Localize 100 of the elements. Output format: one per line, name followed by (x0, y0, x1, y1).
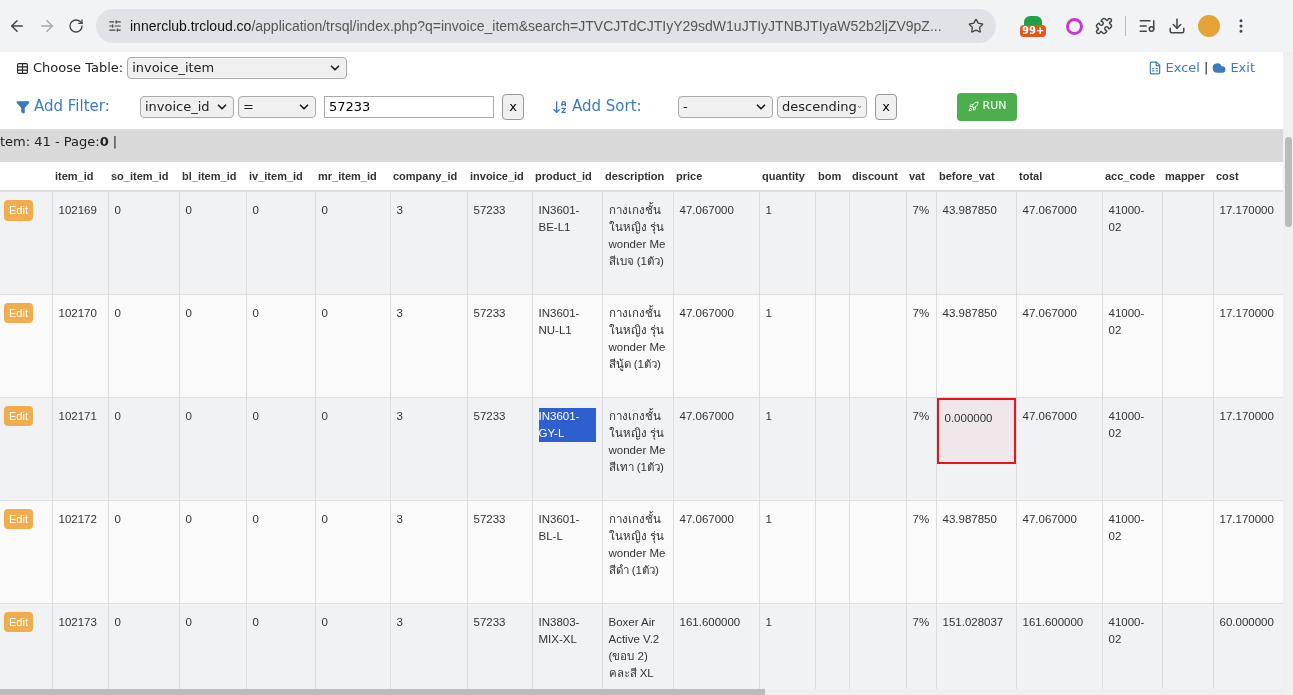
table-cell: 41000-02 (1108, 615, 1145, 645)
filter-field-select[interactable]: invoice_id (140, 95, 234, 118)
separator: | (1204, 59, 1209, 78)
table-cell-text: IN3601-BE-L1 (538, 203, 581, 235)
table-cell: 17.170000 (1219, 409, 1274, 422)
table-cell: 7% (912, 306, 930, 319)
horizontal-scrollbar[interactable] (0, 689, 1283, 695)
color-wheel-icon[interactable] (1066, 17, 1084, 35)
bookmark-star-icon[interactable] (968, 18, 984, 34)
table-cell: 41000-02 (1108, 512, 1145, 542)
clear-filter-button[interactable]: x (502, 93, 524, 120)
column-header: quantity (759, 162, 815, 191)
operator-select[interactable]: = (238, 95, 316, 118)
table-cell: 47.067000 (1022, 204, 1077, 216)
table-cell: 3 (396, 512, 403, 525)
table-cell-text: IN3601-BL-L (538, 511, 581, 544)
table-cell: 3 (396, 306, 403, 319)
column-header: item_id (52, 162, 108, 191)
extension-icon[interactable] (1024, 15, 1043, 25)
filter-icon (16, 99, 30, 114)
table-cell: กางเกงชั้นในหญิง รุ่น wonder Me สีนู้ด (1ตัว) (608, 306, 666, 370)
table-cell: 0 (252, 204, 259, 216)
exit-link[interactable]: Exit (1230, 58, 1255, 78)
table-cell: IN3601-GY-L (538, 407, 596, 442)
excel-link[interactable]: Excel (1165, 58, 1200, 78)
table-cell: 0 (185, 409, 192, 422)
table-cell: 102169 (58, 204, 97, 216)
vertical-scrollbar[interactable] (1283, 52, 1293, 695)
column-header: product_id (532, 162, 602, 191)
site-settings-icon[interactable] (108, 19, 122, 33)
table-cell: 0 (252, 306, 259, 319)
table-cell: 47.067000 (679, 409, 734, 422)
table-cell: 0 (114, 615, 121, 628)
table-cell: 3 (396, 204, 403, 216)
table-cell: 0 (321, 306, 328, 319)
table-cell: 0 (185, 306, 192, 319)
table-cell: 47.067000 (679, 204, 734, 216)
extensions-icon[interactable] (1095, 17, 1114, 35)
url-text: innerclub.trcloud.co/application/trsql/index.php?q=invoice_item&search=JTVCJTdCJTIyY29sdW1uJTIyJTNBJTIyaW52b2ljZV9pZ... (130, 16, 943, 36)
column-header: invoice_id (467, 162, 532, 191)
table-cell: 0 (114, 204, 121, 216)
table-icon (16, 61, 29, 75)
column-header: mapper (1162, 162, 1213, 191)
table-cell: 47.067000 (679, 306, 734, 319)
column-header: vat (906, 162, 936, 191)
address-bar[interactable]: innerclub.trcloud.co/application/trsql/index.php?q=invoice_item&search=JTVCJTdCJTIyY29sdW1uJTIyJTNBJTIyaW52b2ljZV9pZ... (96, 9, 996, 43)
table-cell: 41000-02 (1108, 204, 1145, 233)
column-header: total (1016, 162, 1102, 191)
table-cell: 60.000000 (1219, 615, 1274, 628)
table-cell: 0 (321, 204, 328, 216)
back-icon[interactable] (8, 17, 26, 35)
table-cell: 1 (765, 204, 772, 216)
table-cell: 47.067000 (1022, 306, 1077, 319)
table-cell-text: IN3601-NU-L1 (538, 305, 581, 338)
column-header: acc_code (1102, 162, 1162, 191)
sort-direction-select[interactable]: descending (777, 95, 867, 118)
cloud-icon (1212, 61, 1227, 75)
table-cell: 1 (765, 615, 772, 628)
rocket-icon (967, 101, 979, 112)
table-cell: 0 (321, 615, 328, 628)
excel-icon (1147, 61, 1162, 75)
table-cell: 41000-02 (1108, 409, 1145, 439)
table-cell: 1 (765, 512, 772, 525)
table-cell: 43.987850 (942, 512, 997, 525)
table-cell: 47.067000 (1022, 512, 1077, 525)
table-cell: 57233 (473, 306, 506, 319)
download-icon[interactable] (1168, 17, 1187, 35)
table-cell: กางเกงชั้นในหญิง รุ่น wonder Me สีเบจ (1ตัว) (608, 204, 666, 267)
filter-value-field[interactable]: 57233 (324, 95, 494, 118)
table-cell: 102171 (58, 409, 97, 422)
table-cell: 1 (765, 409, 772, 422)
clear-sort-button[interactable]: x (875, 93, 897, 120)
table-cell: 57233 (473, 204, 506, 216)
table-cell: 0 (252, 409, 259, 422)
media-icon[interactable] (1138, 17, 1157, 35)
table-cell: 0 (114, 512, 121, 525)
table-cell: 102170 (58, 306, 97, 319)
table-cell: 0 (252, 615, 259, 628)
column-header: iv_item_id (246, 162, 315, 191)
table-cell: 7% (912, 204, 930, 216)
column-header: bom (815, 162, 849, 191)
table-cell: 0 (321, 512, 328, 525)
reload-icon[interactable] (68, 18, 84, 34)
table-cell: 17.170000 (1219, 512, 1274, 525)
table-cell: 102173 (58, 615, 97, 628)
column-header: discount (849, 162, 906, 191)
column-header: cost (1213, 162, 1283, 191)
table-cell: 0 (114, 409, 121, 422)
table-cell: 161.600000 (1022, 615, 1084, 628)
column-header: price (673, 162, 759, 191)
sort-field-select[interactable]: - (678, 95, 773, 118)
table-cell: 0 (185, 512, 192, 525)
table-cell: 0 (114, 306, 121, 319)
table-cell: 47.067000 (679, 512, 734, 525)
table-cell: 57233 (473, 615, 506, 628)
table-cell-text: IN3803-MIX-XL (538, 614, 581, 647)
column-header: mr_item_id (315, 162, 390, 191)
table-select[interactable]: invoice_item (127, 57, 348, 79)
table-cell: 7% (912, 512, 930, 525)
table-cell: 3 (396, 409, 403, 422)
